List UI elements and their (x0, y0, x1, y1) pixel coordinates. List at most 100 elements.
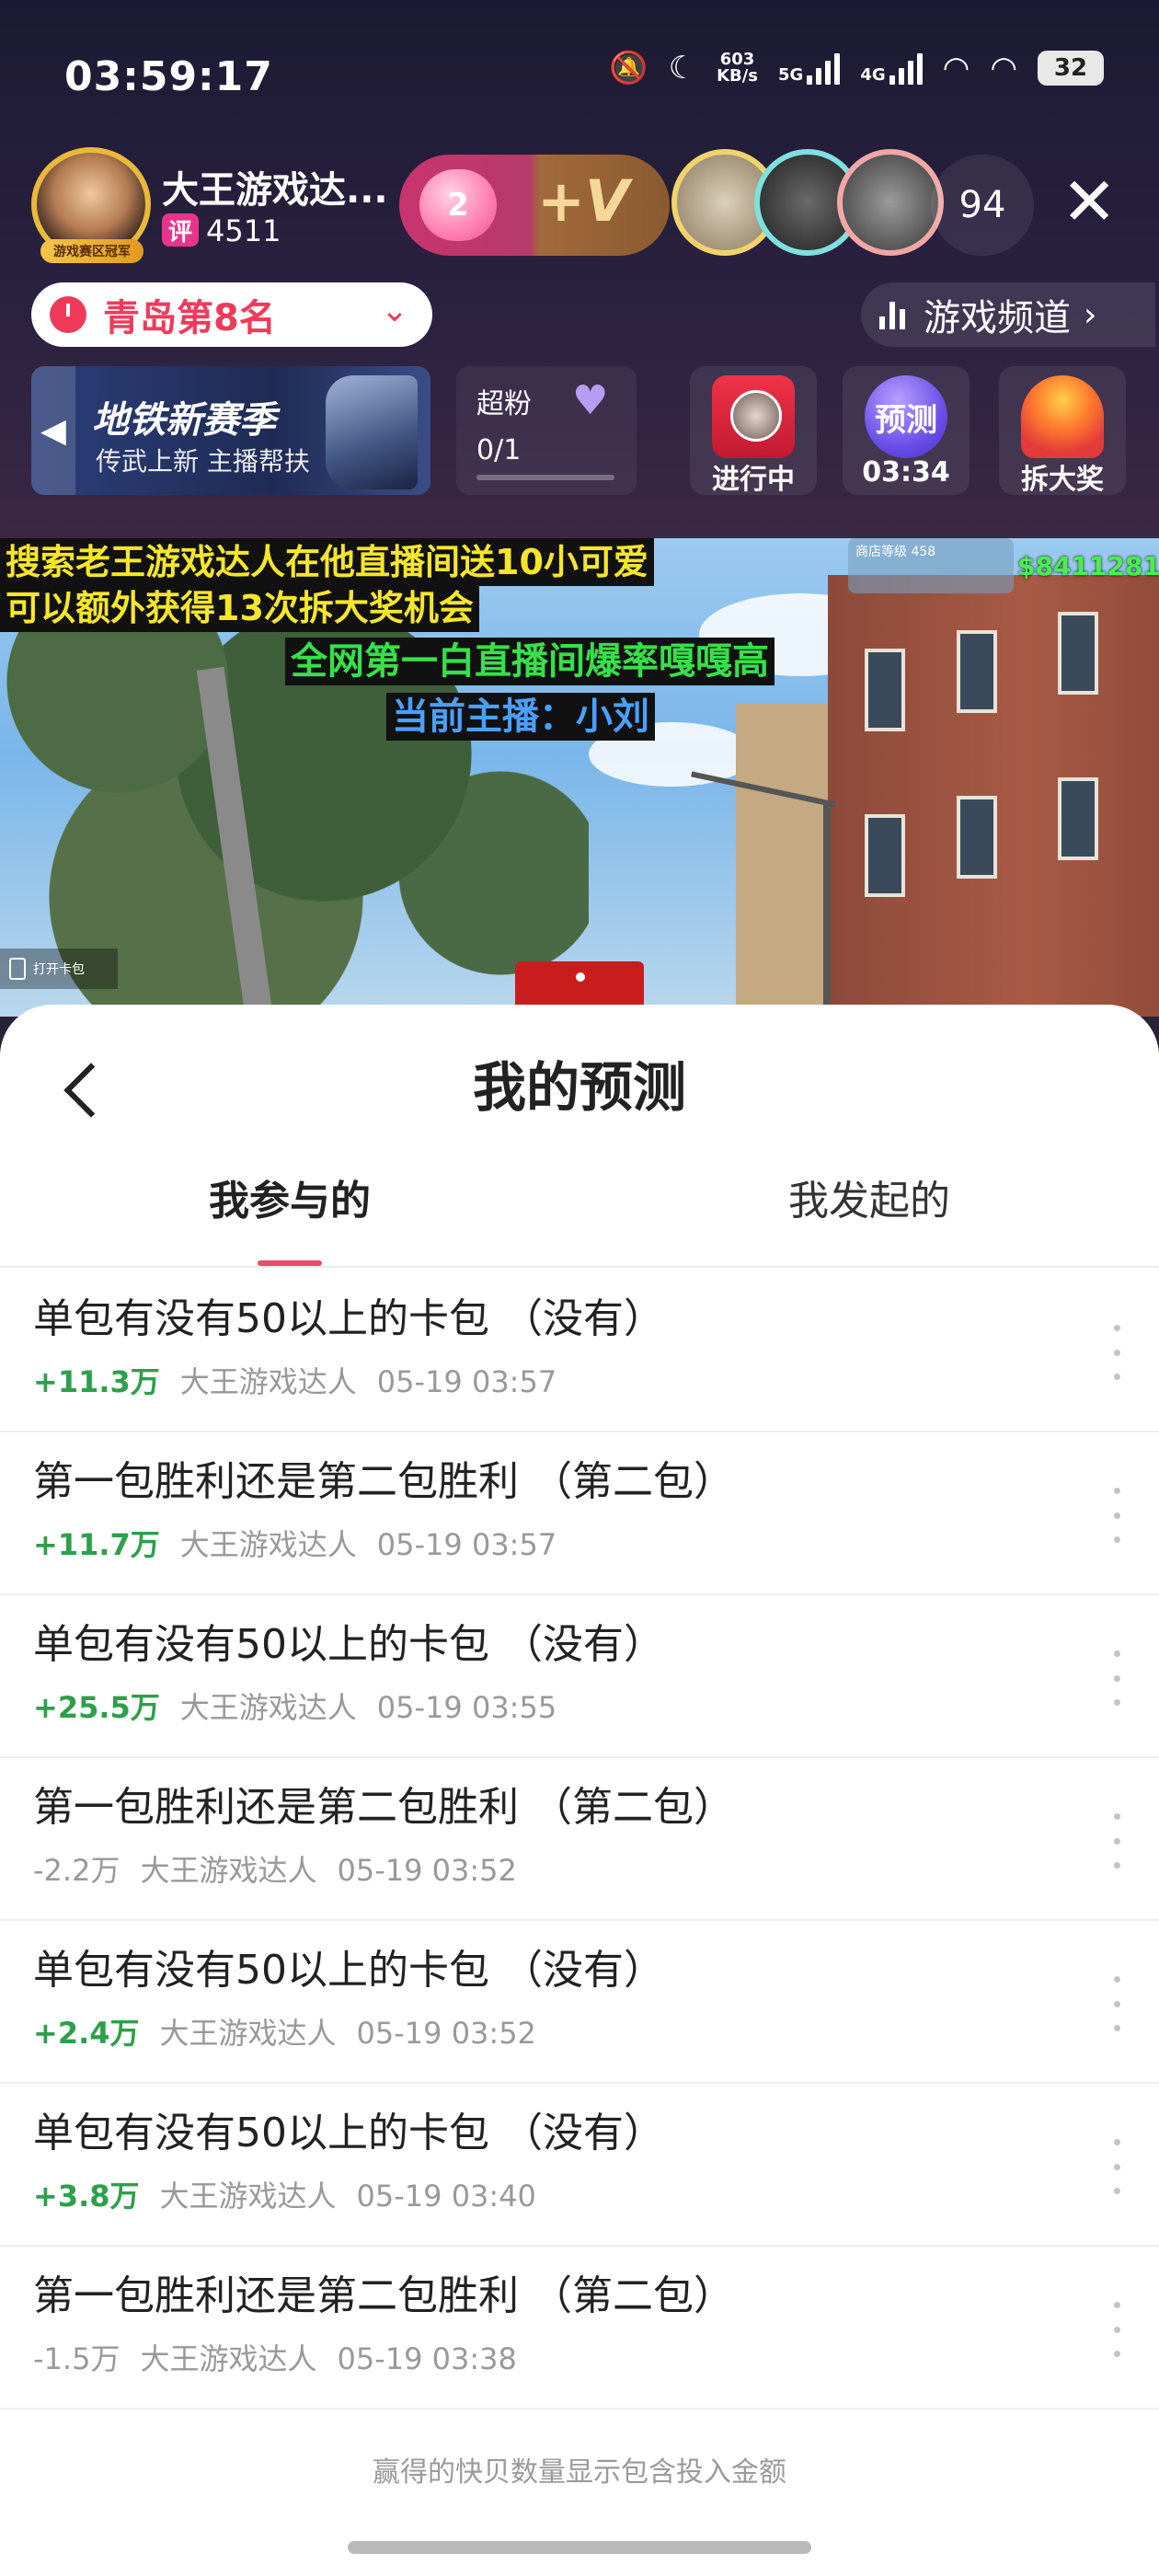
prediction-meta: -2.2万 大王游戏达人 05-19 03:52 (33, 1850, 517, 1891)
ongoing-event-button[interactable]: 进行中 (690, 366, 817, 496)
home-indicator[interactable] (348, 2541, 811, 2554)
list-item[interactable]: 第一包胜利还是第二包胜利 （第二包） -2.2万 大王游戏达人 05-19 03:52 (0, 1758, 1159, 1921)
bar-chart-icon (879, 300, 905, 329)
list-item[interactable]: 第一包胜利还是第二包胜利 （第二包） +11.7万 大王游戏达人 05-19 03:5… (0, 1432, 1159, 1595)
prediction-amount: -2.2万 (33, 1853, 120, 1888)
subway-season-banner[interactable]: ◀ 地铁新赛季 传武上新 主播帮扶 (31, 366, 430, 495)
heart-level-icon: 2 (419, 169, 497, 241)
prediction-amount: +2.4万 (33, 2016, 140, 2051)
prediction-time: 05-19 03:57 (376, 1364, 557, 1399)
superfan-progress-bar (476, 475, 614, 480)
prediction-title: 单包有没有50以上的卡包 （没有） (33, 2110, 664, 2156)
prediction-title: 单包有没有50以上的卡包 （没有） (33, 1947, 664, 1994)
rank-pill[interactable]: 青岛第8名 ⌄ (31, 282, 432, 347)
prediction-icon: 预测 (865, 375, 947, 458)
prediction-time: 05-19 03:52 (356, 2016, 536, 2051)
chevron-right-icon: › (1084, 295, 1097, 334)
sheet-title: 我的预测 (472, 1056, 686, 1119)
game-money: $8411281.00 (1017, 551, 1159, 581)
prediction-time: 05-19 03:57 (376, 1527, 557, 1562)
more-options-icon[interactable] (1107, 1813, 1126, 1869)
tab-participated[interactable]: 我参与的 (0, 1168, 580, 1235)
prediction-title: 单包有没有50以上的卡包 （没有） (33, 1621, 664, 1668)
streamer-name[interactable]: 大王游戏达... (162, 160, 388, 213)
viewer-avatars[interactable] (671, 147, 975, 261)
card-icon (9, 958, 26, 980)
prediction-time: 05-19 03:40 (356, 2179, 536, 2214)
prediction-timer: 03:34 (862, 456, 950, 489)
status-bar: 03:59:17 🔕 ☾ 603 KB/s 5G 4G ◠ ◠ 32 (0, 0, 1159, 156)
prediction-meta: +3.8万 大王游戏达人 05-19 03:40 (33, 2176, 536, 2216)
streamer-info: 游戏赛区冠军 大王游戏达... 评 4511 2 +V 94 ✕ (31, 147, 1135, 267)
overlay-text: 可以额外获得13次拆大奖机会 (0, 584, 479, 632)
prediction-author: 大王游戏达人 (159, 2179, 337, 2214)
fans-count: 4511 (206, 213, 281, 248)
superfan-card[interactable]: 超粉 ♥ 0/1 (456, 366, 637, 495)
prediction-title: 第一包胜利还是第二包胜利 （第二包） (33, 1784, 734, 1831)
prediction-time: 05-19 03:38 (337, 2341, 517, 2376)
prediction-amount: +25.5万 (33, 1690, 160, 1725)
my-predictions-sheet: 我的预测 我参与的 我发起的 单包有没有50以上的卡包 （没有） +11.3万 大王… (0, 1005, 1159, 2576)
list-item[interactable]: 单包有没有50以上的卡包 （没有） +25.5万 大王游戏达人 05-19 03:55 (0, 1595, 1159, 1758)
prediction-author: 大王游戏达人 (140, 1853, 317, 1888)
more-options-icon[interactable] (1107, 1650, 1126, 1706)
superfan-label: 超粉 (476, 388, 532, 420)
prediction-author: 大王游戏达人 (179, 1690, 357, 1725)
open-card-pack: 打开卡包 (0, 949, 118, 989)
viewer-avatar (837, 149, 944, 256)
prediction-time: 05-19 03:55 (376, 1690, 557, 1725)
viewer-count[interactable]: 94 (931, 155, 1034, 256)
footnote: 赢得的快贝数量显示包含投入金额 (373, 2456, 786, 2489)
prediction-amount: -1.5万 (33, 2341, 120, 2376)
prediction-time: 05-19 03:52 (337, 1853, 517, 1888)
channel-pill[interactable]: 游戏频道 › (861, 282, 1155, 347)
tab-initiated[interactable]: 我发起的 (580, 1168, 1159, 1235)
follow-v-label: +V (537, 167, 629, 235)
moon-icon: ☾ (668, 50, 697, 86)
live-room-header: 03:59:17 🔕 ☾ 603 KB/s 5G 4G ◠ ◠ 32 游戏赛区冠… (0, 0, 1159, 538)
building (828, 575, 1159, 1017)
arrow-left-icon[interactable]: ◀ (31, 366, 75, 495)
list-item[interactable]: 单包有没有50以上的卡包 （没有） +3.8万 大王游戏达人 05-19 03:40 (0, 2084, 1159, 2247)
status-icons: 🔕 ☾ 603 KB/s 5G 4G ◠ ◠ 32 (609, 51, 1104, 86)
live-avatar-icon (712, 375, 795, 458)
grand-prize-button[interactable]: 拆大奖 (999, 366, 1126, 496)
overlay-text: 当前主播：小刘 (386, 693, 655, 741)
prediction-author: 大王游戏达人 (140, 2341, 317, 2376)
prediction-author: 大王游戏达人 (179, 1364, 357, 1399)
prediction-amount: +11.7万 (33, 1527, 160, 1562)
prediction-button[interactable]: 预测 03:34 (843, 366, 970, 495)
close-icon[interactable]: ✕ (1061, 160, 1117, 243)
live-video[interactable]: 商店等级 458 $8411281.00 搜索老王游戏达人在他直播间送10小可爱… (0, 538, 1159, 1017)
channel-label: 游戏频道 (924, 297, 1071, 339)
chevron-down-icon: ⌄ (380, 292, 408, 329)
character-figure (326, 375, 418, 489)
prediction-author: 大王游戏达人 (179, 1527, 357, 1562)
feature-label: 进行中 (712, 464, 795, 496)
mute-bell-icon: 🔕 (609, 50, 648, 86)
more-options-icon[interactable] (1107, 1325, 1126, 1380)
prediction-meta: +11.3万 大王游戏达人 05-19 03:57 (33, 1362, 557, 1402)
superfan-progress-text: 0/1 (476, 434, 522, 466)
heart-icon: ♥ (572, 377, 609, 424)
more-options-icon[interactable] (1107, 2302, 1126, 2357)
rank-label: 青岛第8名 (103, 297, 276, 339)
rating-badge: 评 (162, 213, 199, 247)
signal-4g-icon: 4G (860, 52, 923, 85)
follow-button[interactable]: 2 +V (399, 155, 670, 256)
prediction-amount: +3.8万 (33, 2179, 140, 2214)
lamp-post (823, 805, 831, 1017)
avatar-tag: 游戏赛区冠军 (40, 239, 143, 263)
tab-active-indicator (258, 1260, 322, 1266)
prediction-meta: +25.5万 大王游戏达人 05-19 03:55 (33, 1687, 557, 1728)
game-hud: 商店等级 458 (848, 538, 1014, 593)
list-item[interactable]: 单包有没有50以上的卡包 （没有） +11.3万 大王游戏达人 05-19 03:57 (0, 1270, 1159, 1432)
more-options-icon[interactable] (1107, 1976, 1126, 2031)
more-options-icon[interactable] (1107, 2139, 1126, 2194)
red-object-dot (576, 972, 585, 982)
list-item[interactable]: 单包有没有50以上的卡包 （没有） +2.4万 大王游戏达人 05-19 03:52 (0, 1921, 1159, 2084)
wifi-icon-2: ◠ (990, 50, 1017, 86)
prediction-title: 单包有没有50以上的卡包 （没有） (33, 1295, 664, 1342)
list-item[interactable]: 第一包胜利还是第二包胜利 （第二包） -1.5万 大王游戏达人 05-19 03:38 (0, 2247, 1159, 2409)
more-options-icon[interactable] (1107, 1488, 1126, 1543)
